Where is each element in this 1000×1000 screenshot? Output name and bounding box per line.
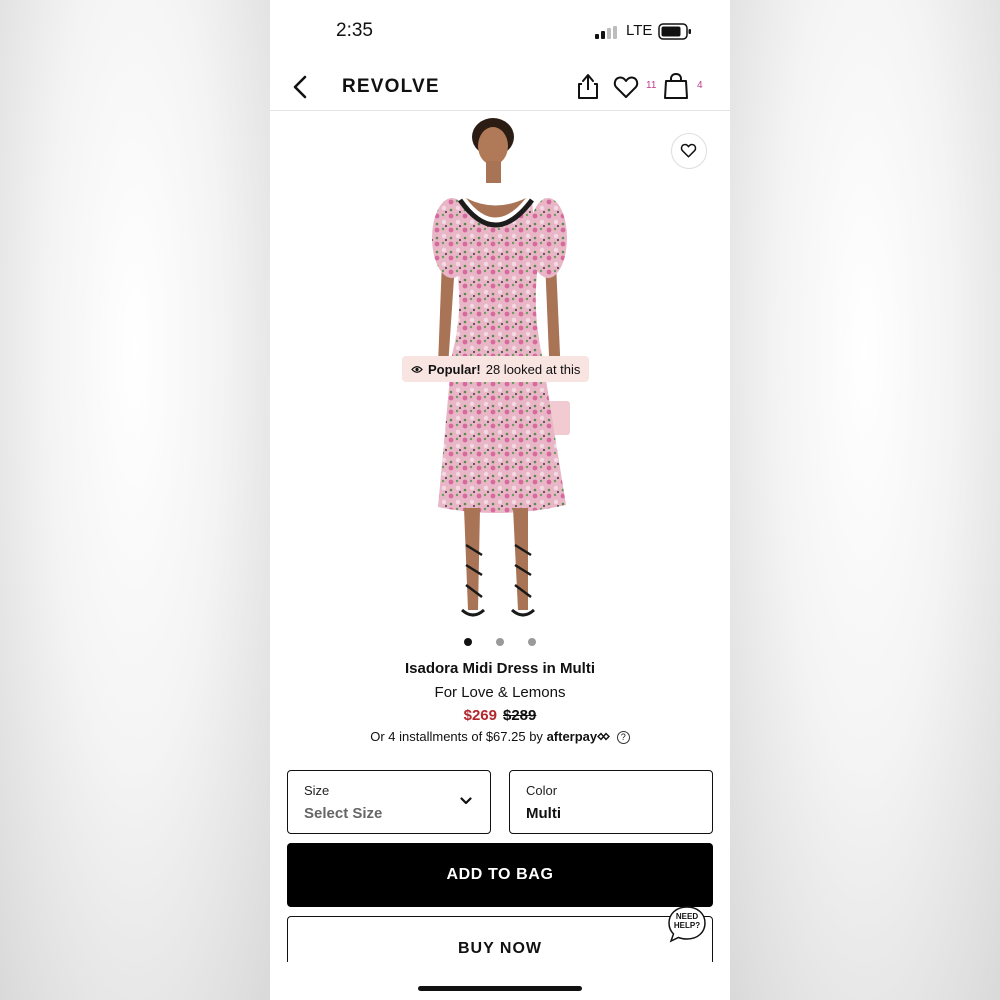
status-bar: 2:35 LTE (270, 0, 730, 64)
afterpay-arrows-icon (597, 732, 611, 741)
carousel-dot-1[interactable] (464, 638, 472, 646)
product-title: Isadora Midi Dress in Multi (404, 660, 596, 677)
afterpay-logo: afterpay (546, 729, 598, 744)
afterpay-info-icon[interactable]: ? (616, 731, 630, 744)
battery-icon (658, 23, 691, 40)
original-price: $289 (503, 707, 537, 724)
size-select[interactable]: Size Select Size (287, 770, 491, 834)
carousel-indicator (270, 638, 730, 648)
signal-icon (595, 26, 617, 39)
product-brand[interactable]: For Love & Lemons (270, 684, 730, 701)
phone-screen: 2:35 LTE REVOLVE 11 4 Popular! 28 looked… (270, 0, 730, 1000)
wishlist-heart-icon[interactable] (613, 75, 639, 99)
color-value: Multi (526, 805, 561, 822)
need-help-button[interactable]: NEED HELP? (669, 912, 705, 930)
network-label: LTE (626, 22, 653, 39)
brand-logo[interactable]: REVOLVE (342, 76, 440, 98)
need-help-line1: NEED (675, 912, 699, 921)
background-right (730, 0, 1000, 1000)
price-row: $269 $289 (270, 707, 730, 724)
installments-info: Or 4 installments of $67.25 by afterpay … (270, 729, 730, 744)
navigation-bar: REVOLVE 11 4 (270, 64, 730, 111)
heart-icon (680, 143, 697, 158)
share-icon[interactable] (576, 72, 600, 100)
status-time: 2:35 (336, 20, 373, 41)
favorite-button[interactable] (671, 133, 707, 169)
sale-price: $269 (463, 707, 497, 724)
need-help-line2: HELP? (673, 921, 701, 930)
eye-icon (411, 365, 423, 373)
color-label: Color (526, 783, 558, 798)
bag-count: 4 (697, 80, 703, 91)
popular-count-text: 28 looked at this (485, 361, 581, 377)
popular-label: Popular! (428, 361, 481, 377)
color-select[interactable]: Color Multi (509, 770, 713, 834)
size-value: Select Size (304, 805, 383, 822)
bottom-safe-area (270, 962, 730, 1000)
product-image-carousel[interactable]: Popular! 28 looked at this (270, 111, 730, 631)
chevron-down-icon (460, 797, 472, 805)
back-icon[interactable] (290, 74, 312, 100)
popular-badge: Popular! 28 looked at this (402, 356, 590, 382)
home-indicator[interactable] (418, 986, 582, 991)
carousel-dot-3[interactable] (528, 638, 536, 646)
add-to-bag-button[interactable]: ADD TO BAG (287, 843, 713, 907)
background-left (0, 0, 270, 1000)
carousel-dot-2[interactable] (496, 638, 504, 646)
installments-text: Or 4 installments of $67.25 by (370, 729, 543, 744)
wishlist-count: 11 (646, 80, 657, 91)
shopping-bag-icon[interactable] (663, 72, 689, 100)
size-label: Size (304, 783, 330, 798)
